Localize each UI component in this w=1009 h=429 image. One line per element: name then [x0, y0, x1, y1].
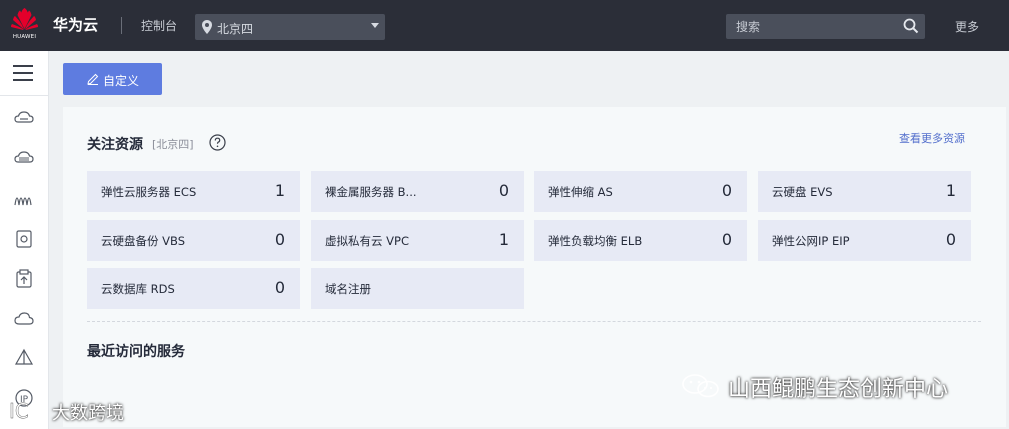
menu-icon[interactable]: [13, 65, 33, 81]
more-menu[interactable]: 更多: [955, 18, 979, 35]
huawei-logo[interactable]: HUAWEI: [9, 7, 40, 43]
sidebar-divider: [0, 95, 48, 96]
resource-card-rds[interactable]: 云数据库 RDS 0: [87, 268, 300, 309]
resource-card-vpc[interactable]: 虚拟私有云 VPC 1: [311, 220, 524, 261]
storage-icon[interactable]: [14, 229, 34, 249]
customize-button[interactable]: 自定义: [63, 63, 162, 95]
huawei-flower-icon: [11, 8, 38, 30]
search-input[interactable]: [726, 14, 925, 39]
cloud-server-icon[interactable]: [14, 109, 34, 129]
watermark-right-text: 山西鲲鹏生态创新中心: [728, 377, 949, 402]
watermark-left-text: 大数跨境: [52, 403, 124, 424]
resource-name: 弹性伸缩 AS: [548, 185, 613, 199]
location-pin-icon: [202, 20, 212, 34]
resource-card-elb[interactable]: 弹性负载均衡 ELB 0: [534, 220, 747, 261]
resource-name: 云数据库 RDS: [101, 282, 175, 296]
resource-count: 0: [274, 230, 285, 249]
customize-label: 自定义: [103, 74, 140, 88]
resource-name: 域名注册: [325, 282, 371, 296]
cloud-icon[interactable]: [14, 309, 34, 329]
resource-count: 1: [274, 181, 285, 200]
header-divider: [121, 17, 122, 34]
sidebar: IP: [0, 51, 49, 429]
brand-name[interactable]: 华为云: [53, 14, 98, 35]
resource-card-domain[interactable]: 域名注册: [311, 268, 524, 309]
console-link[interactable]: 控制台: [141, 17, 177, 34]
panel-title: 关注资源: [87, 137, 143, 153]
view-more-resources-link[interactable]: 查看更多资源: [899, 130, 965, 146]
resource-card-bms[interactable]: 裸金属服务器 B... 0: [311, 171, 524, 212]
resource-name: 裸金属服务器 B...: [325, 185, 417, 199]
help-icon[interactable]: [209, 134, 226, 151]
edit-icon: [87, 73, 99, 85]
network-icon[interactable]: [14, 348, 34, 368]
logo-text: HUAWEI: [12, 34, 37, 40]
resource-count: 0: [721, 181, 732, 200]
resource-name: 弹性负载均衡 ELB: [548, 234, 643, 248]
search-icon[interactable]: [903, 18, 919, 34]
resource-name: 云硬盘备份 VBS: [101, 234, 186, 248]
watermark-logo-icon: IC: [9, 399, 43, 423]
resource-name: 云硬盘 EVS: [772, 185, 833, 199]
resource-name: 虚拟私有云 VPC: [325, 234, 409, 248]
recent-services-title: 最近访问的服务: [87, 344, 185, 360]
resource-card-as[interactable]: 弹性伸缩 AS 0: [534, 171, 747, 212]
elastic-scaling-icon[interactable]: [14, 188, 34, 208]
resource-card-evs[interactable]: 云硬盘 EVS 1: [758, 171, 971, 212]
resource-name: 弹性公网IP EIP: [772, 234, 850, 248]
panel-region-tag: [北京四]: [152, 138, 194, 151]
resource-count: 1: [498, 230, 509, 249]
resource-count: 0: [945, 230, 956, 249]
backup-icon[interactable]: [14, 269, 34, 289]
resource-card-eip[interactable]: 弹性公网IP EIP 0: [758, 220, 971, 261]
svg-text:IC: IC: [9, 399, 29, 423]
wechat-icon: [682, 374, 719, 398]
resource-count: 1: [945, 181, 956, 200]
resource-count: 0: [498, 181, 509, 200]
region-label: 北京四: [217, 22, 254, 36]
resource-card-ecs[interactable]: 弹性云服务器 ECS 1: [87, 171, 300, 212]
chevron-down-icon: [371, 23, 379, 28]
section-divider: [87, 321, 981, 322]
resource-name: 弹性云服务器 ECS: [101, 185, 197, 199]
top-navigation-bar: HUAWEI 华为云 控制台 北京四 更多: [0, 0, 1009, 51]
resource-card-vbs[interactable]: 云硬盘备份 VBS 0: [87, 220, 300, 261]
cloud-disk-icon[interactable]: [14, 148, 34, 168]
resource-count: 0: [274, 278, 285, 297]
watermark-right: 山西鲲鹏生态创新中心: [680, 370, 980, 402]
resource-count: 0: [721, 230, 732, 249]
region-selector[interactable]: 北京四: [195, 14, 385, 40]
